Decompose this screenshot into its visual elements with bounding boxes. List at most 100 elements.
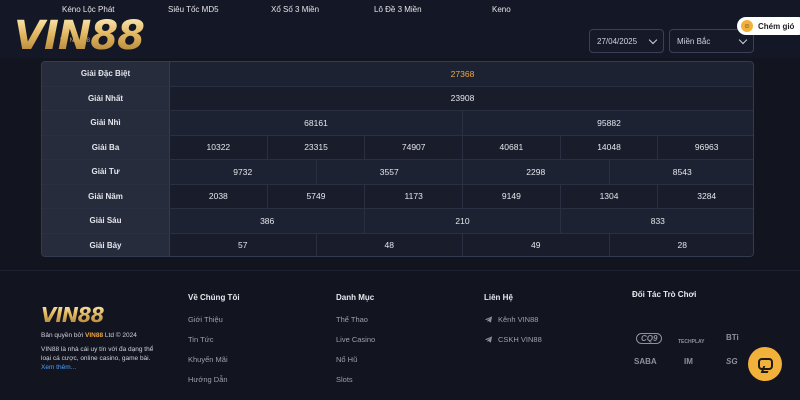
footer-link-no-hu[interactable]: Nổ Hũ — [336, 355, 375, 375]
footer-col-categories: Danh Mục Thể Thao Live Casino Nổ Hũ Slot… — [336, 293, 375, 395]
result-row: Giải Đặc Biệt 27368 — [42, 62, 753, 87]
prize-number: 3284 — [697, 191, 717, 202]
result-row: Giải Bảy 57 48 49 28 — [42, 233, 753, 256]
partner-logo-techplay: TECHPLAY — [678, 339, 705, 345]
chat-icon — [757, 358, 773, 370]
prize-number: 48 — [317, 233, 463, 256]
prize-number: 3557 — [317, 160, 463, 184]
footer-col-title: Liên Hệ — [484, 293, 513, 302]
prize-label: Giải Nhất — [42, 86, 170, 110]
footer-link-slots[interactable]: Slots — [336, 375, 375, 395]
result-row: Giải Nhất 23908 — [42, 86, 753, 111]
prize-values: 2038 5749 1173 9149 1304 3284 — [170, 184, 753, 208]
prize-number: 1304 — [561, 184, 659, 208]
read-more-link[interactable]: Xem thêm... — [41, 364, 76, 371]
prize-values: 23908 — [170, 86, 753, 110]
prize-values: 10322 23315 74907 40681 14048 96963 — [170, 135, 753, 159]
footer-col-title: Về Chúng Tôi — [188, 293, 240, 302]
date-value: 27/04/2025 — [597, 36, 638, 46]
prize-number: 27368 — [450, 68, 475, 79]
footer-link-cskh[interactable]: CSKH VIN88 — [484, 335, 542, 355]
prize-number: 68161 — [170, 111, 463, 135]
prize-number: 10322 — [170, 135, 268, 159]
footer-link-kenh[interactable]: Kênh VIN88 — [484, 315, 542, 335]
prize-number: 386 — [170, 209, 366, 233]
partners-section: Đối Tác Trò Chơi — [632, 290, 696, 299]
partner-logo-sg: SG — [726, 357, 738, 366]
prize-number: 95882 — [597, 117, 621, 128]
partners-title: Đối Tác Trò Chơi — [632, 290, 697, 299]
top-bar: Kéno Lộc Phát Siêu Tốc MD5 Xổ Số 3 Miền … — [0, 0, 800, 58]
prize-label: Giải Tư — [42, 160, 170, 184]
prize-number: 74907 — [365, 135, 464, 159]
result-row: Giải Sáu 386 210 833 — [42, 209, 753, 234]
footer-col-contact: Liên Hệ Kênh VIN88 CSKH VIN88 — [484, 293, 542, 355]
logo-tagline: VIN088 — [60, 38, 93, 44]
prize-number: 96963 — [694, 142, 719, 153]
footer-logo[interactable]: VIN88 — [41, 303, 104, 327]
region-value: Miền Bắc — [677, 36, 711, 46]
copyright: Bản quyền bởi VIN88 Ltd © 2024 — [41, 332, 137, 339]
prize-values: 9732 3557 2298 8543 — [170, 160, 753, 184]
prize-number: 833 — [650, 215, 665, 226]
prize-number: 57 — [170, 233, 317, 256]
result-row: Giải Ba 10322 23315 74907 40681 14048 96963 — [42, 135, 753, 160]
logo-text: VIN88 — [14, 13, 145, 59]
about-text: VIN88 là nhà cái uy tín với đa dạng thể … — [41, 345, 161, 372]
live-chat-button[interactable] — [748, 347, 782, 381]
prize-label: Giải Nhì — [42, 111, 170, 135]
telegram-icon — [484, 316, 493, 323]
prize-values: 68161 95882 — [170, 111, 753, 135]
partner-logo-saba: SABA — [634, 357, 657, 366]
footer-link-khuyen-mai[interactable]: Khuyến Mãi — [188, 355, 240, 375]
result-row: Giải Nhì 68161 95882 — [42, 111, 753, 136]
copyright-suffix: Ltd © 2024 — [104, 332, 137, 339]
date-select[interactable]: 27/04/2025 — [589, 29, 664, 53]
footer-link-the-thao[interactable]: Thể Thao — [336, 315, 375, 335]
prize-number: 5749 — [268, 184, 366, 208]
lottery-results-table: Giải Đặc Biệt 27368 Giải Nhất 23908 Giải Nhì… — [41, 61, 754, 257]
copyright-prefix: Bản quyền bởi — [41, 332, 84, 339]
prize-number: 8543 — [672, 166, 692, 177]
prize-number: 28 — [677, 240, 687, 251]
prize-number: 23315 — [268, 135, 366, 159]
nav-item-keno[interactable]: Keno — [492, 5, 511, 14]
footer-link-cskh-label: CSKH VIN88 — [498, 335, 542, 344]
prize-values: 57 48 49 28 — [170, 233, 753, 256]
about-description: VIN88 là nhà cái uy tín với đa dạng thể … — [41, 346, 154, 362]
prize-number: 210 — [365, 209, 561, 233]
prize-label: Giải Ba — [42, 135, 170, 159]
prize-label: Giải Năm — [42, 184, 170, 208]
prize-values: 386 210 833 — [170, 209, 753, 233]
nav-item-xo-so-3-mien[interactable]: Xổ Số 3 Miền — [271, 5, 319, 14]
result-row: Giải Năm 2038 5749 1173 9149 1304 3284 — [42, 184, 753, 209]
chevron-down-icon — [738, 35, 748, 44]
chevron-down-icon — [648, 35, 658, 44]
footer-link-live-casino[interactable]: Live Casino — [336, 335, 375, 355]
partner-logo-cq9: CQ9 — [636, 333, 663, 344]
smile-icon: ☺ — [741, 20, 753, 32]
footer-link-kenh-label: Kênh VIN88 — [498, 315, 539, 324]
prize-number: 2038 — [170, 184, 268, 208]
footer-col-about: Về Chúng Tôi Giới Thiệu Tin Tức Khuyến M… — [188, 293, 240, 395]
prize-label: Giải Đặc Biệt — [42, 62, 170, 86]
result-row: Giải Tư 9732 3557 2298 8543 — [42, 160, 753, 185]
partner-logo-bti: BTi — [726, 333, 739, 342]
chat-pill-button[interactable]: ☺ Chém gió — [737, 17, 800, 35]
nav-item-lo-de-3-mien[interactable]: Lô Đề 3 Miền — [374, 5, 422, 14]
site-logo[interactable]: VIN88 VIN088 — [14, 14, 189, 58]
prize-number: 49 — [463, 233, 610, 256]
chat-pill-label: Chém gió — [758, 21, 795, 31]
prize-values: 27368 — [170, 62, 753, 86]
prize-label: Giải Bảy — [42, 233, 170, 256]
footer-link-huong-dan[interactable]: Hướng Dẫn — [188, 375, 240, 395]
prize-number: 9149 — [463, 184, 561, 208]
prize-number: 9732 — [170, 160, 317, 184]
prize-number: 40681 — [463, 135, 561, 159]
partner-logo-im: IM — [684, 357, 693, 366]
footer-link-gioi-thieu[interactable]: Giới Thiệu — [188, 315, 240, 335]
nav-item-sieu-toc-md5[interactable]: Siêu Tốc MD5 — [168, 5, 219, 14]
prize-number: 1173 — [365, 184, 464, 208]
footer-link-tin-tuc[interactable]: Tin Tức — [188, 335, 240, 355]
telegram-icon — [484, 336, 493, 343]
